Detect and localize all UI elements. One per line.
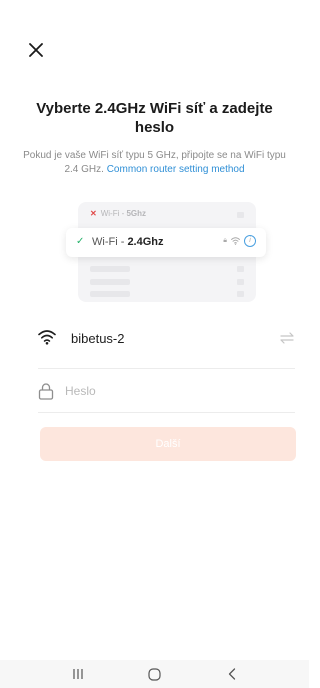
wifi-network-row[interactable]: bibetus-2 [38,326,295,352]
subtitle: Pokud je vaše WiFi síť typu 5 GHz, připo… [20,149,289,177]
next-button[interactable]: Další [40,427,296,461]
close-icon [29,43,43,57]
info-icon: i [244,235,256,247]
back-icon [228,668,236,680]
small-lock-icon: 🔒︎ [223,237,227,244]
password-input[interactable] [65,381,245,401]
home-icon [147,667,161,681]
back-button[interactable] [224,666,240,682]
illustration-row-24ghz: ✓ Wi-Fi - 2.4Ghz 🔒︎ i [66,228,266,257]
divider [38,412,295,413]
illustration-5ghz-band: 5Ghz [126,209,147,218]
illustration-24ghz-prefix: Wi-Fi - [92,236,128,248]
switch-network-icon[interactable] [279,331,295,345]
illustration-24ghz-band: 2.4Ghz [127,236,164,248]
divider [38,368,295,369]
lock-icon [38,383,54,400]
small-wifi-icon [231,237,240,245]
recent-apps-button[interactable] [70,666,86,682]
router-setting-link[interactable]: Common router setting method [107,164,245,175]
recent-apps-icon [73,669,83,679]
page-title: Vyberte 2.4GHz WiFi síť a zadejte heslo [36,100,273,136]
home-button[interactable] [146,666,162,682]
illustration-5ghz-prefix: Wi-Fi - [100,209,127,218]
password-row[interactable] [38,380,295,404]
check-icon: ✓ [76,236,85,247]
cross-icon: ✕ [90,209,97,218]
system-navigation-bar [0,660,309,688]
illustration-row-5ghz: ✕ Wi-Fi - 5Ghz [90,209,244,220]
close-button[interactable] [27,41,45,59]
wifi-icon [38,330,56,345]
wifi-ssid: bibetus-2 [71,331,125,346]
